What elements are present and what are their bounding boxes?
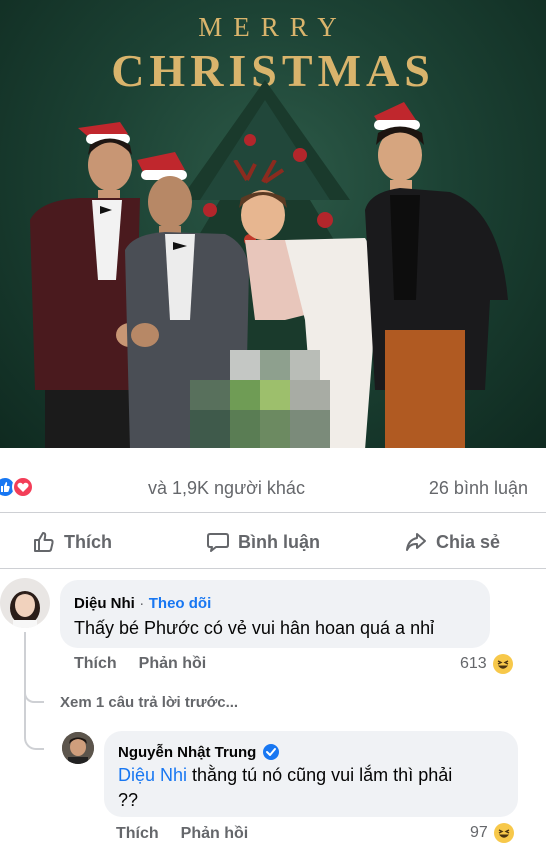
reply-like-link[interactable]: Thích bbox=[116, 825, 159, 843]
thumbs-up-icon bbox=[34, 532, 54, 552]
comment-bubble: Diệu Nhi · Theo dõi Thấy bé Phước có vẻ … bbox=[60, 580, 490, 648]
comment-reply-link[interactable]: Phản hồi bbox=[139, 655, 207, 673]
avatar-nguyen-nhat-trung[interactable] bbox=[62, 732, 94, 764]
reply-bubble: Nguyễn Nhật Trung Diệu Nhi thằng tú nó c… bbox=[104, 731, 518, 817]
image-title-merry: MERRY bbox=[198, 12, 348, 42]
post-action-bar: Thích Bình luận Chia sẻ bbox=[0, 520, 546, 564]
reply-text-body: thằng tú nó cũng vui lắm thì phải bbox=[192, 765, 453, 785]
divider-bottom bbox=[0, 568, 546, 569]
follow-link[interactable]: Theo dõi bbox=[149, 595, 212, 612]
reply-author[interactable]: Nguyễn Nhật Trung bbox=[118, 744, 256, 761]
thread-connector-prev bbox=[24, 685, 44, 703]
share-arrow-icon bbox=[406, 533, 426, 551]
reply-reaction-count[interactable]: 97 bbox=[470, 823, 514, 843]
comment-reaction-number: 613 bbox=[460, 655, 487, 672]
post-image[interactable]: MERRY CHRISTMAS bbox=[0, 0, 546, 448]
comment-separator-dot: · bbox=[139, 595, 145, 612]
censored-blur-region bbox=[190, 350, 330, 448]
love-reaction-icon bbox=[12, 476, 34, 498]
comment-author[interactable]: Diệu Nhi bbox=[74, 595, 135, 612]
reply-actions: Thích Phản hồi bbox=[116, 825, 248, 843]
mention-link[interactable]: Diệu Nhi bbox=[118, 765, 187, 785]
thread-connector bbox=[24, 718, 44, 750]
reply-reply-link[interactable]: Phản hồi bbox=[181, 825, 249, 843]
share-button[interactable]: Chia sẻ bbox=[404, 520, 500, 564]
comment-text: Thấy bé Phước có vẻ vui hân hoan quá a n… bbox=[74, 618, 435, 638]
like-button[interactable]: Thích bbox=[32, 520, 112, 564]
haha-icon bbox=[493, 823, 514, 843]
comments-count-link[interactable]: 26 bình luận bbox=[429, 478, 528, 499]
comment-like-link[interactable]: Thích bbox=[74, 655, 117, 673]
like-button-label: Thích bbox=[64, 531, 112, 552]
share-button-label: Chia sẻ bbox=[436, 531, 501, 552]
reaction-summary[interactable]: và 1,9K người khác bbox=[148, 478, 305, 499]
view-previous-replies-link[interactable]: Xem 1 câu trả lời trước... bbox=[60, 694, 238, 711]
comment-actions: Thích Phản hồi bbox=[74, 655, 206, 673]
reaction-icons[interactable] bbox=[0, 476, 40, 498]
verified-badge-icon bbox=[263, 744, 280, 760]
comment-button-label: Bình luận bbox=[238, 531, 320, 552]
comment-reaction-count[interactable]: 613 bbox=[460, 654, 513, 674]
avatar-dieu-nhi[interactable] bbox=[0, 578, 50, 628]
comment-button[interactable]: Bình luận bbox=[206, 520, 320, 564]
divider-top bbox=[0, 512, 546, 513]
reactions-bar: và 1,9K người khác 26 bình luận bbox=[0, 470, 546, 506]
comment-bubble-icon bbox=[207, 533, 229, 552]
reply-text: Diệu Nhi thằng tú nó cũng vui lắm thì ph… bbox=[118, 763, 452, 788]
haha-icon bbox=[492, 654, 513, 674]
reply-reaction-number: 97 bbox=[470, 824, 488, 841]
person-4-figure bbox=[365, 102, 508, 448]
reply-text-line2: ?? bbox=[118, 790, 139, 810]
